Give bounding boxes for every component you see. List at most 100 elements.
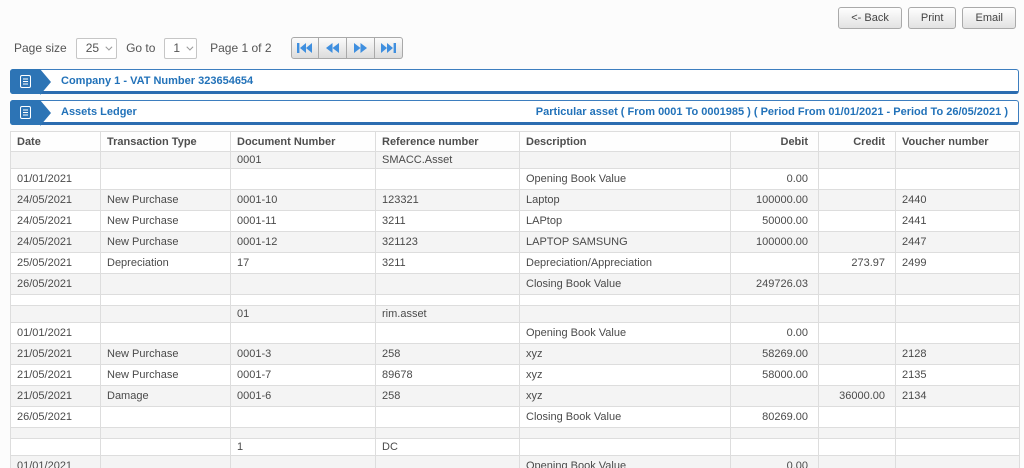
table-cell xyxy=(730,294,819,306)
table-cell: DC xyxy=(375,438,520,456)
table-cell xyxy=(230,406,376,428)
column-header: Voucher number xyxy=(895,131,1020,152)
table-cell xyxy=(100,294,231,306)
table-cell xyxy=(818,305,896,323)
table-cell: 01/01/2021 xyxy=(10,168,101,190)
table-row: 24/05/2021 New Purchase 0001-10 123321 Lapto… xyxy=(10,189,1020,211)
table-cell xyxy=(818,364,896,386)
separator-row xyxy=(10,427,1020,439)
goto-page-select[interactable]: 1 xyxy=(164,37,198,59)
table-cell: New Purchase xyxy=(100,189,231,211)
table-cell xyxy=(895,305,1020,323)
table-cell xyxy=(818,210,896,232)
table-cell xyxy=(730,438,819,456)
table-cell: 2440 xyxy=(895,189,1020,211)
table-cell: 01/01/2021 xyxy=(10,322,101,344)
previous-page-button[interactable] xyxy=(318,37,347,59)
table-cell: 100000.00 xyxy=(730,189,819,211)
table-cell xyxy=(519,294,731,306)
table-cell: Depreciation xyxy=(100,252,231,274)
table-row: 01/01/2021 Opening Book Value 0.00 xyxy=(10,455,1020,468)
table-cell: 321123 xyxy=(375,231,520,253)
last-page-icon xyxy=(380,43,396,53)
table-cell: 24/05/2021 xyxy=(10,231,101,253)
table-cell xyxy=(375,294,520,306)
back-button[interactable]: <- Back xyxy=(838,7,902,29)
table-cell: New Purchase xyxy=(100,364,231,386)
table-cell xyxy=(818,455,896,468)
table-cell xyxy=(818,151,896,169)
table-cell: 0.00 xyxy=(730,322,819,344)
table-cell xyxy=(375,322,520,344)
table-cell: 0001-12 xyxy=(230,231,376,253)
table-cell: 01/01/2021 xyxy=(10,455,101,468)
first-page-button[interactable] xyxy=(290,37,319,59)
table-cell xyxy=(375,406,520,428)
table-cell xyxy=(818,343,896,365)
table-cell: 3211 xyxy=(375,252,520,274)
table-cell xyxy=(818,322,896,344)
table-cell xyxy=(519,305,731,323)
table-cell: 58000.00 xyxy=(730,364,819,386)
table-cell: xyz xyxy=(519,364,731,386)
company-title: Company 1 - VAT Number 323654654 xyxy=(61,74,254,87)
table-cell xyxy=(895,455,1020,468)
table-cell xyxy=(818,406,896,428)
table-cell xyxy=(895,168,1020,190)
table-cell xyxy=(519,151,731,169)
table-cell: 50000.00 xyxy=(730,210,819,232)
table-cell: 2135 xyxy=(895,364,1020,386)
table-row: 01 rim.asset xyxy=(10,305,1020,323)
table-cell: Closing Book Value xyxy=(519,273,731,295)
table-cell xyxy=(375,273,520,295)
table-cell: 2499 xyxy=(895,252,1020,274)
table-cell: xyz xyxy=(519,385,731,407)
table-cell xyxy=(230,322,376,344)
column-header: Debit xyxy=(730,131,819,152)
next-page-button[interactable] xyxy=(346,37,375,59)
table-cell xyxy=(375,168,520,190)
report-title: Assets Ledger xyxy=(61,105,137,118)
table-cell xyxy=(818,438,896,456)
table-row: 26/05/2021 Closing Book Value 80269.00 xyxy=(10,406,1020,428)
separator-row xyxy=(10,294,1020,306)
page-size-select[interactable]: 25 xyxy=(75,37,118,59)
table-cell xyxy=(100,273,231,295)
last-page-button[interactable] xyxy=(374,37,403,59)
table-cell: 0.00 xyxy=(730,455,819,468)
table-cell: 0001 xyxy=(230,151,376,169)
table-cell: 01 xyxy=(230,305,376,323)
chevron-down-icon xyxy=(186,43,194,51)
page-info: Page 1 of 2 xyxy=(210,41,272,55)
table-cell: 0001-6 xyxy=(230,385,376,407)
table-cell xyxy=(10,305,101,323)
table-cell: LAPTOP SAMSUNG xyxy=(519,231,731,253)
table-cell: 273.97 xyxy=(818,252,896,274)
table-cell xyxy=(375,455,520,468)
table-cell: 26/05/2021 xyxy=(10,406,101,428)
email-button[interactable]: Email xyxy=(962,7,1016,29)
table-row: 21/05/2021 Damage 0001-6 258 xyz 36000.00 2134 xyxy=(10,385,1020,407)
table-cell xyxy=(895,427,1020,439)
column-header: Date xyxy=(10,131,101,152)
table-cell xyxy=(230,427,376,439)
table-cell: 258 xyxy=(375,343,520,365)
table-cell xyxy=(100,455,231,468)
column-header: Credit xyxy=(818,131,896,152)
page-size-value: 25 xyxy=(85,41,100,55)
table-row: 26/05/2021 Closing Book Value 249726.03 xyxy=(10,273,1020,295)
table-row: 0001 SMACC.Asset xyxy=(10,151,1020,169)
table-cell xyxy=(818,427,896,439)
print-button[interactable]: Print xyxy=(907,7,957,29)
table-row: 24/05/2021 New Purchase 0001-11 3211 LAPtop 5… xyxy=(10,210,1020,232)
table-cell: SMACC.Asset xyxy=(375,151,520,169)
column-header: Description xyxy=(519,131,731,152)
next-page-icon xyxy=(353,43,367,53)
table-cell: 2134 xyxy=(895,385,1020,407)
table-cell: Closing Book Value xyxy=(519,406,731,428)
table-cell: 0.00 xyxy=(730,168,819,190)
table-row: 25/05/2021 Depreciation 17 3211 Depreciation… xyxy=(10,252,1020,274)
company-banner: Company 1 - VAT Number 323654654 xyxy=(10,69,1019,95)
table-cell: Opening Book Value xyxy=(519,322,731,344)
table-row: 1 DC xyxy=(10,438,1020,456)
